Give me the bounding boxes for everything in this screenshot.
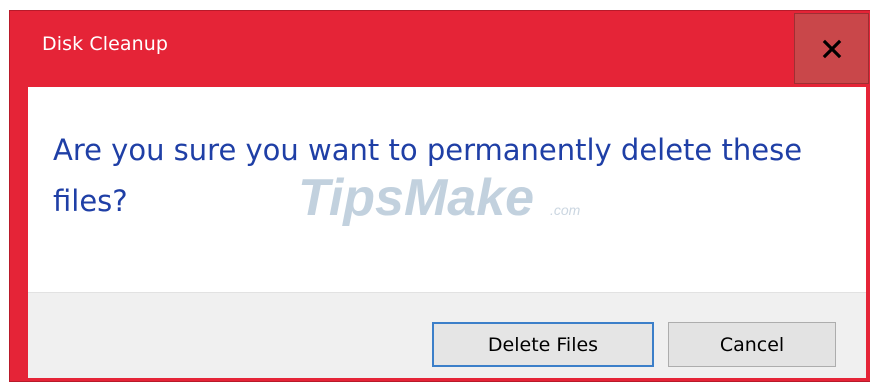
close-icon — [822, 39, 842, 59]
svg-text:TipsMake: TipsMake — [298, 169, 534, 227]
screen: Disk Cleanup Are you sure you want to pe… — [0, 0, 870, 389]
button-bar: Delete Files Cancel — [28, 292, 866, 378]
dialog-content: Are you sure you want to permanently del… — [28, 87, 866, 292]
svg-text:.com: .com — [550, 202, 581, 218]
close-button[interactable] — [794, 13, 869, 84]
delete-files-button[interactable]: Delete Files — [432, 322, 654, 367]
title-bar[interactable]: Disk Cleanup — [10, 11, 870, 87]
dialog-title: Disk Cleanup — [42, 33, 169, 55]
cancel-button[interactable]: Cancel — [668, 322, 836, 367]
watermark-logo: TipsMake .com — [298, 169, 581, 227]
disk-cleanup-dialog: Disk Cleanup Are you sure you want to pe… — [9, 10, 870, 382]
